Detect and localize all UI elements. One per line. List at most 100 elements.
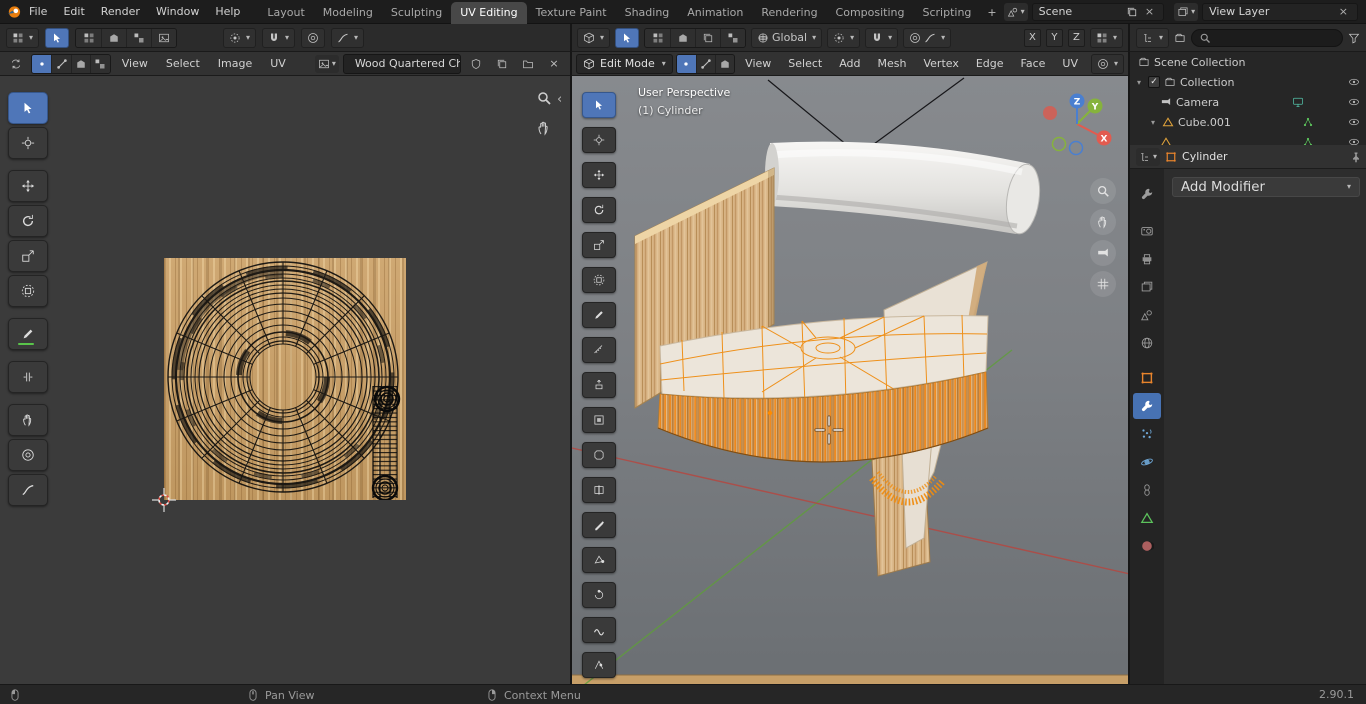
cursor-tool-button[interactable] [582, 127, 616, 153]
scene-selector[interactable]: Scene × [1031, 2, 1165, 21]
filter-funnel-icon[interactable] [1348, 32, 1360, 44]
outliner-row-camera[interactable]: Camera [1130, 92, 1366, 112]
tab-particles[interactable] [1133, 421, 1161, 447]
scale-tool-button[interactable] [8, 240, 48, 272]
view-layer-browse-button[interactable]: ▾ [1174, 2, 1199, 21]
zoom-button[interactable] [1090, 178, 1116, 204]
outliner-row-collection[interactable]: ▾ ✓ Collection [1130, 72, 1366, 92]
unlink-scene-button[interactable]: × [1142, 5, 1157, 18]
outliner-search-input[interactable] [1191, 28, 1343, 47]
snap-dropdown[interactable]: ▾ [865, 27, 899, 48]
chevron-down-icon[interactable]: ▾ [1134, 78, 1144, 87]
tab-texture-paint[interactable]: Texture Paint [527, 2, 616, 24]
scale-tool-button[interactable] [582, 232, 616, 258]
sidebar-collapse-arrow[interactable]: ‹ [557, 92, 562, 107]
vp-toggle-1[interactable] [645, 28, 671, 47]
mode-dropdown[interactable]: Edit Mode ▾ [576, 53, 673, 74]
ortho-toggle-button[interactable] [1090, 271, 1116, 297]
pinch-tool-button[interactable] [8, 474, 48, 506]
tab-uv-editing[interactable]: UV Editing [451, 1, 527, 24]
new-scene-icon[interactable] [1126, 6, 1138, 18]
uv-toggle-2[interactable] [101, 28, 127, 47]
unlink-image-button[interactable]: × [543, 54, 565, 74]
vp-toggle-2[interactable] [670, 28, 696, 47]
uv-menu-select[interactable]: Select [159, 52, 207, 75]
vp-menu-mesh[interactable]: Mesh [871, 52, 914, 75]
chevron-down-icon[interactable]: ▾ [1148, 118, 1158, 127]
grab-tool-button[interactable] [8, 404, 48, 436]
vp-menu-uv[interactable]: UV [1055, 52, 1085, 75]
transform-orientation-dropdown[interactable]: Global ▾ [751, 27, 823, 48]
tab-object-data[interactable] [1133, 505, 1161, 531]
axis-y-toggle[interactable]: Y [1045, 28, 1063, 47]
annotate-tool-button[interactable] [582, 302, 616, 328]
outliner-row-scene-collection[interactable]: Scene Collection [1130, 52, 1366, 72]
move-tool-button[interactable] [582, 162, 616, 188]
vp-toggle-4[interactable] [720, 28, 746, 47]
poly-build-tool-button[interactable] [582, 547, 616, 573]
menu-edit[interactable]: Edit [55, 0, 92, 24]
visibility-toggle[interactable] [1348, 136, 1360, 145]
collection-checkbox[interactable]: ✓ [1148, 76, 1160, 88]
uv-menu-image[interactable]: Image [211, 52, 259, 75]
vp-menu-edge[interactable]: Edge [969, 52, 1011, 75]
rotate-tool-button[interactable] [582, 197, 616, 223]
viewport-editor-type-button[interactable]: ▾ [577, 27, 611, 48]
uv-select-vertex-button[interactable] [32, 54, 52, 73]
tab-object[interactable] [1133, 365, 1161, 391]
blender-logo-icon[interactable] [6, 4, 21, 20]
image-name-field[interactable]: Wood Quartered Chi... [342, 53, 461, 74]
uv-falloff-dropdown[interactable]: ▾ [331, 27, 365, 48]
move-tool-button[interactable] [8, 170, 48, 202]
vp-menu-vertex[interactable]: Vertex [916, 52, 965, 75]
annotate-tool-button[interactable] [8, 318, 48, 350]
tab-output[interactable] [1133, 246, 1161, 272]
tab-rendering[interactable]: Rendering [752, 2, 826, 24]
extrude-tool-button[interactable] [582, 372, 616, 398]
browse-image-button[interactable]: ▾ [314, 54, 339, 73]
tab-sculpting[interactable]: Sculpting [382, 2, 451, 24]
visibility-toggle[interactable] [1348, 76, 1360, 88]
uv-editor-canvas[interactable]: ‹ [0, 76, 570, 684]
pan-hand-icon[interactable] [536, 120, 552, 136]
menu-render[interactable]: Render [93, 0, 148, 24]
zoom-icon[interactable] [536, 90, 552, 106]
gizmo-neg-z-ball[interactable] [1068, 140, 1084, 156]
overlays-dropdown[interactable]: ▾ [1090, 53, 1124, 74]
tab-layout[interactable]: Layout [258, 2, 313, 24]
outliner-row-cube001[interactable]: ▾ Cube.001 [1130, 112, 1366, 132]
uv-active-tool-button[interactable] [45, 27, 70, 48]
rotate-tool-button[interactable] [8, 205, 48, 237]
outliner-row-clipped[interactable] [1130, 132, 1366, 145]
add-workspace-button[interactable]: + [980, 2, 1003, 24]
knife-tool-button[interactable] [582, 512, 616, 538]
tab-modeling[interactable]: Modeling [314, 2, 382, 24]
tweak-tool-button[interactable] [8, 92, 48, 124]
tab-scene[interactable] [1133, 302, 1161, 328]
visibility-toggle[interactable] [1348, 116, 1360, 128]
select-edge-button[interactable] [695, 54, 715, 73]
uv-editor-type-button[interactable]: ▾ [6, 27, 40, 48]
gizmo-neg-x-ball[interactable] [1043, 106, 1057, 120]
relax-tool-button[interactable] [8, 439, 48, 471]
loop-cut-tool-button[interactable] [582, 477, 616, 503]
inset-tool-button[interactable] [582, 407, 616, 433]
uv-proportional-edit-button[interactable] [301, 27, 326, 48]
vp-menu-face[interactable]: Face [1014, 52, 1053, 75]
tab-view-layer[interactable] [1133, 274, 1161, 300]
uv-pivot-dropdown[interactable]: ▾ [223, 27, 257, 48]
remove-view-layer-button[interactable]: × [1336, 5, 1351, 18]
tab-modifiers[interactable] [1133, 393, 1161, 419]
smooth-tool-button[interactable] [582, 617, 616, 643]
uv-toggle-1[interactable] [76, 28, 102, 47]
properties-editor-type-button[interactable]: ▾ [1136, 147, 1161, 166]
tool-options-dropdown[interactable]: ▾ [1089, 27, 1123, 48]
vp-menu-select[interactable]: Select [781, 52, 829, 75]
fake-user-shield-button[interactable] [465, 54, 487, 74]
uv-menu-uv[interactable]: UV [263, 52, 293, 75]
tab-physics[interactable] [1133, 449, 1161, 475]
viewport-canvas[interactable]: User Perspective (1) Cylinder X Y Z [570, 76, 1128, 684]
scene-browse-button[interactable]: ▾ [1003, 2, 1028, 21]
tab-world[interactable] [1133, 330, 1161, 356]
pan-button[interactable] [1090, 209, 1116, 235]
